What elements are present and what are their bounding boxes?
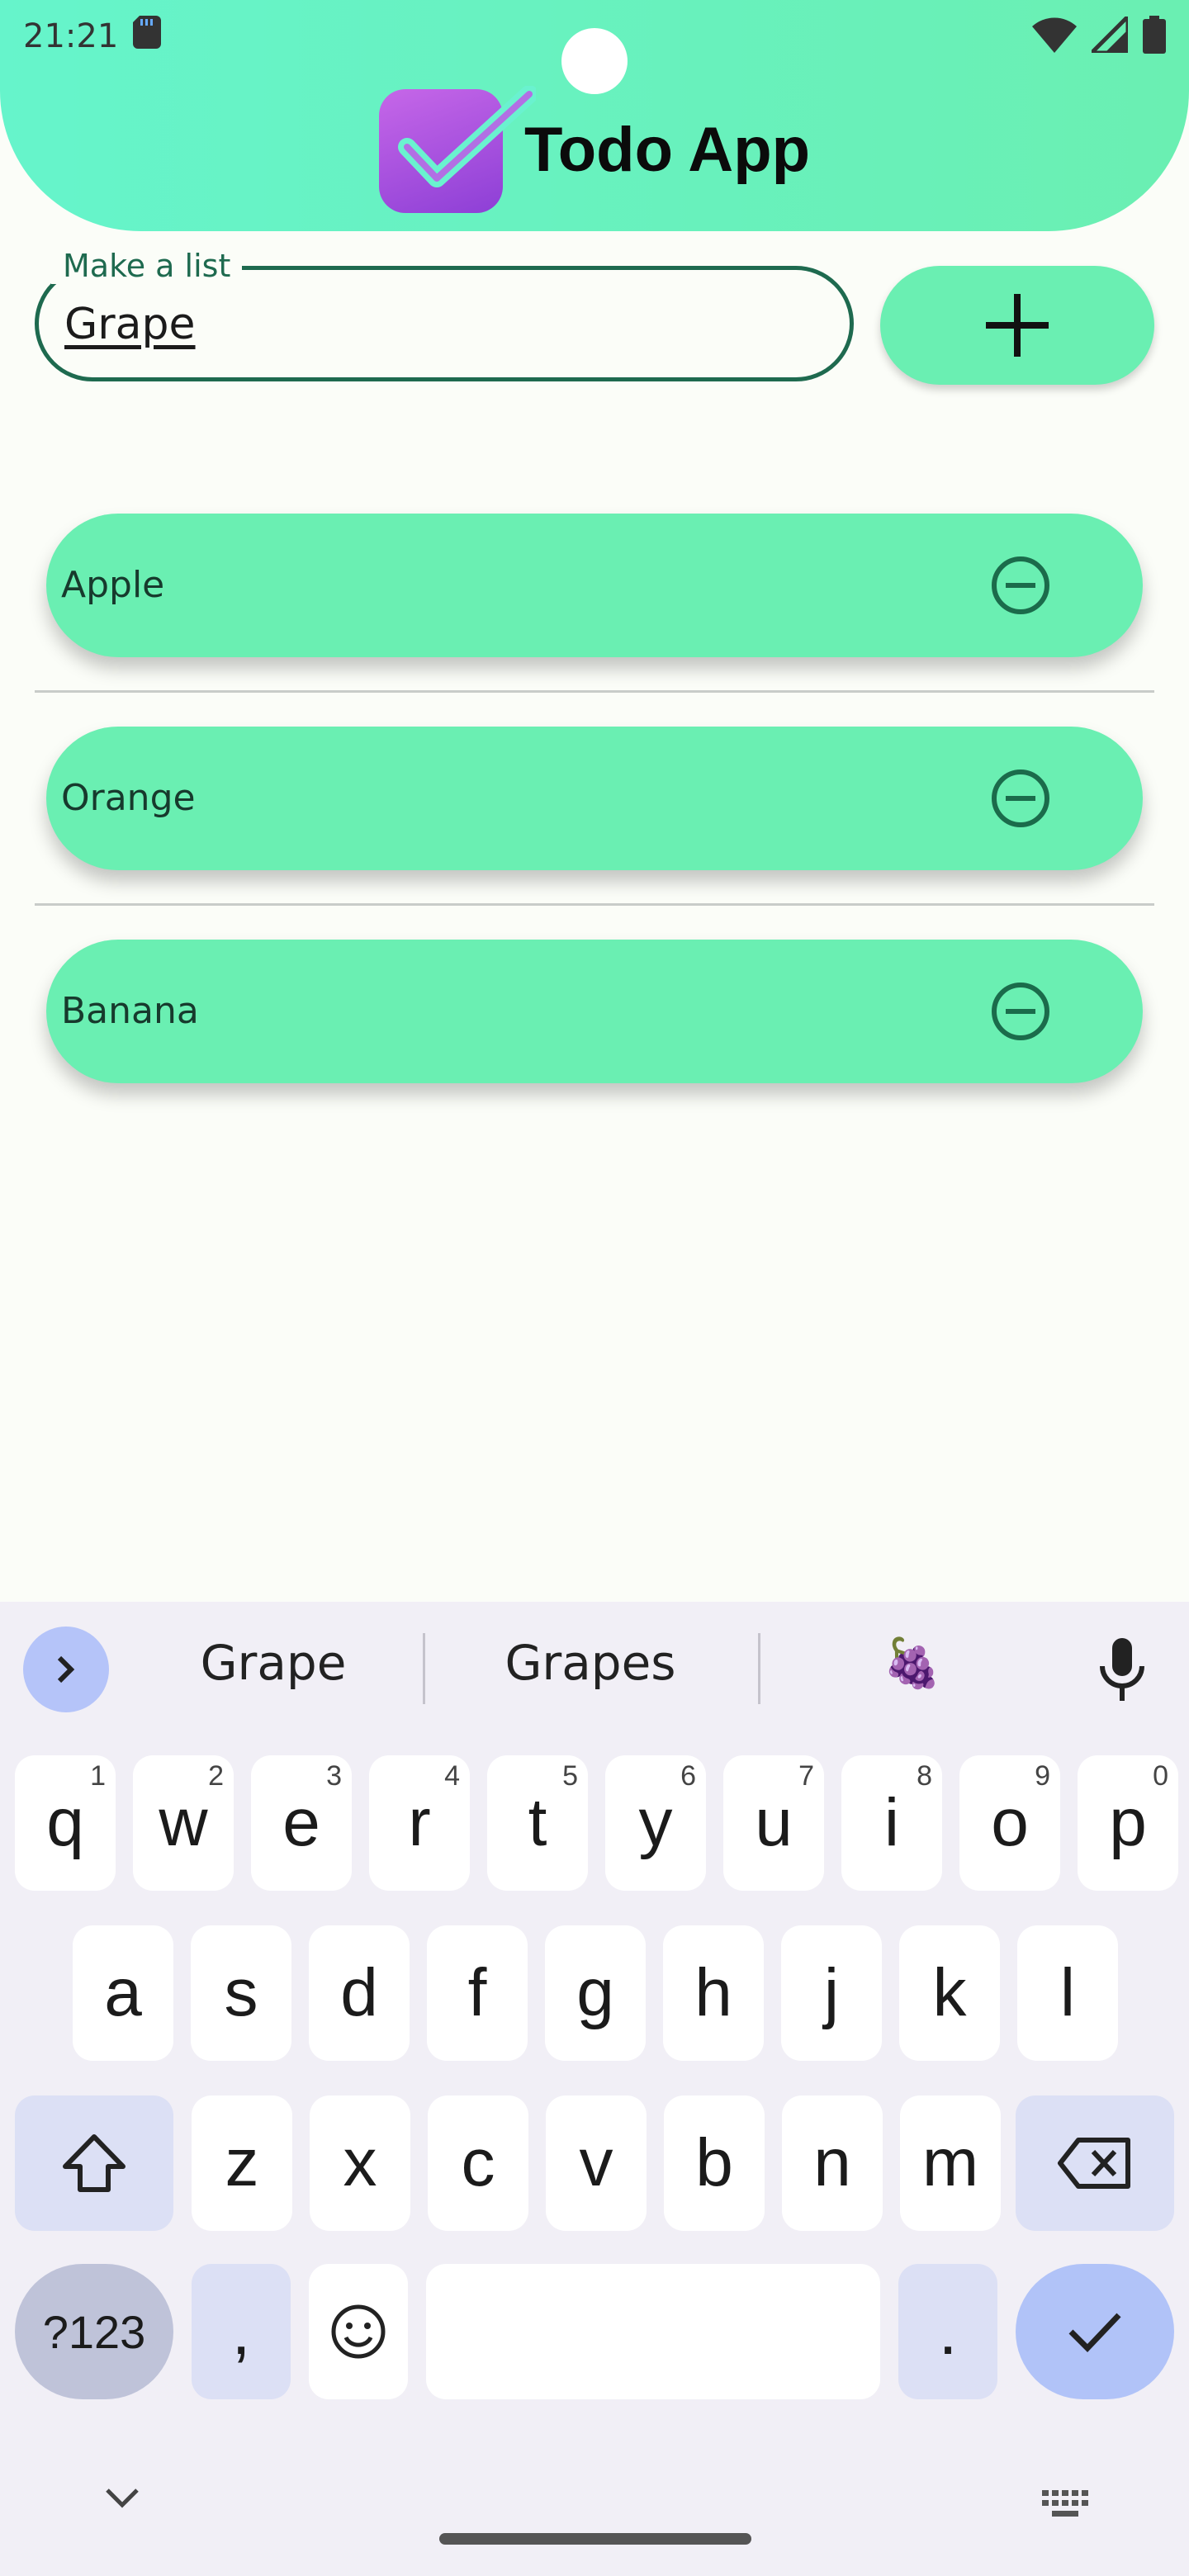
key-v[interactable]: v [546,2095,647,2231]
key-k[interactable]: k [899,1925,1000,2061]
backspace-icon [1058,2138,1130,2189]
remove-circle-icon[interactable] [988,978,1054,1044]
key-p[interactable]: p0 [1078,1755,1178,1891]
key-hint: 5 [562,1760,578,1792]
list-item: Orange [46,727,1143,870]
key-l[interactable]: l [1017,1925,1118,2061]
divider [35,690,1154,693]
key-label: y [638,1785,673,1860]
key-g[interactable]: g [545,1925,646,2061]
key-label: q [46,1785,84,1860]
status-time: 21:21 [23,17,119,55]
key-q[interactable]: q1 [15,1755,116,1891]
key-hint: 9 [1035,1760,1050,1792]
key-j[interactable]: j [781,1925,882,2061]
suggestion-2[interactable]: Grapes [459,1635,722,1691]
list-item-label: Orange [61,777,196,819]
emoji-icon [331,2304,386,2359]
period-key[interactable]: . [898,2264,997,2399]
list-item: Banana [46,940,1143,1083]
suggestion-3[interactable]: 🍇 [793,1635,1032,1692]
suggestion-separator [758,1633,760,1704]
key-label: r [408,1785,431,1860]
key-hint: 6 [680,1760,696,1792]
list-input-label: Make a list [51,248,243,284]
key-hint: 8 [917,1760,932,1792]
key-label: u [755,1785,793,1860]
key-b[interactable]: b [664,2095,765,2231]
shift-icon [63,2134,126,2192]
key-x[interactable]: x [310,2095,410,2231]
suggestion-strip: Grape Grapes 🍇 [0,1602,1189,1734]
key-hint: 3 [326,1760,342,1792]
key-label: o [991,1785,1029,1860]
enter-key[interactable] [1016,2264,1174,2399]
list-input[interactable] [64,296,808,353]
backspace-key[interactable] [1016,2095,1174,2231]
key-n[interactable]: n [782,2095,883,2231]
key-label: e [282,1785,320,1860]
shift-key[interactable] [15,2095,173,2231]
key-hint: 2 [208,1760,224,1792]
suggestion-separator [423,1633,425,1704]
sd-card-icon [133,16,162,57]
key-hint: 1 [90,1760,106,1792]
expand-toolbar-button[interactable] [23,1627,109,1712]
wifi-icon [1032,17,1077,56]
key-i[interactable]: i8 [841,1755,942,1891]
key-r[interactable]: r4 [369,1755,470,1891]
space-key[interactable] [426,2264,880,2399]
list-item-label: Banana [61,990,199,1032]
key-z[interactable]: z [192,2095,292,2231]
key-y[interactable]: y6 [605,1755,706,1891]
divider [35,903,1154,906]
check-icon [397,86,536,187]
app-logo [378,86,536,213]
key-t[interactable]: t5 [487,1755,588,1891]
brand: Todo App [0,86,1189,213]
key-f[interactable]: f [427,1925,528,2061]
home-indicator[interactable] [439,2533,751,2545]
remove-circle-icon[interactable] [988,765,1054,831]
signal-icon [1086,11,1130,56]
key-e[interactable]: e3 [251,1755,352,1891]
emoji-key[interactable] [309,2264,408,2399]
key-u[interactable]: u7 [723,1755,824,1891]
battery-icon [1143,16,1166,57]
key-hint: 0 [1153,1760,1168,1792]
comma-key[interactable]: , [192,2264,291,2399]
key-hint: 4 [444,1760,460,1792]
key-c[interactable]: c [428,2095,528,2231]
plus-icon [986,294,1049,357]
key-h[interactable]: h [663,1925,764,2061]
key-label: i [883,1785,900,1860]
app-title: Todo App [523,114,811,185]
soft-keyboard: Grape Grapes 🍇 q1w2e3r4t5y6u7i8o9p0 asdf… [0,1602,1189,2576]
hide-keyboard-icon[interactable] [104,2487,140,2510]
key-label: w [159,1785,208,1860]
key-a[interactable]: a [73,1925,173,2061]
key-label: p [1109,1785,1147,1860]
app-header: 21:21 Todo App [0,0,1189,231]
key-hint: 7 [798,1760,814,1792]
add-item-button[interactable] [880,266,1154,385]
list-item: Apple [46,514,1143,657]
symbols-key[interactable]: ?123 [15,2264,173,2399]
microphone-icon[interactable] [1098,1638,1146,1701]
key-d[interactable]: d [309,1925,410,2061]
keyboard-switch-icon[interactable] [1042,2490,1090,2520]
key-m[interactable]: m [900,2095,1001,2231]
checkmark-icon [1068,2313,1121,2353]
remove-circle-icon[interactable] [988,552,1054,618]
list-item-label: Apple [61,564,165,606]
key-s[interactable]: s [191,1925,291,2061]
key-w[interactable]: w2 [133,1755,234,1891]
key-o[interactable]: o9 [959,1755,1060,1891]
key-label: t [528,1785,547,1860]
suggestion-1[interactable]: Grape [140,1635,406,1691]
camera-cutout [561,28,628,94]
chevron-right-icon [57,1655,75,1683]
